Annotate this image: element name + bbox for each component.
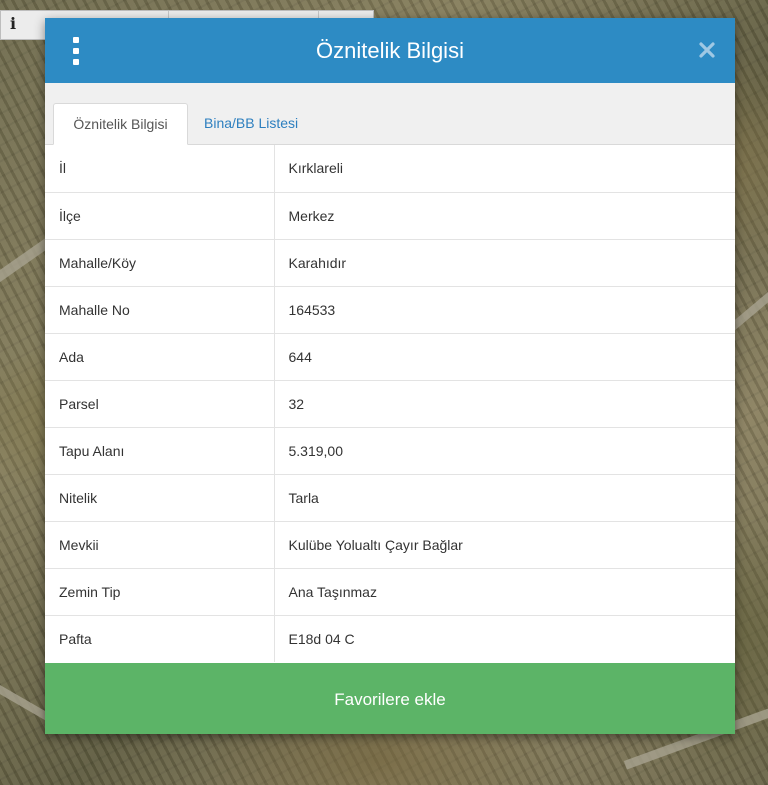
- attribute-key: İlçe: [45, 192, 275, 240]
- attribute-value: 32: [274, 380, 735, 428]
- attribute-value: Karahıdır: [274, 239, 735, 287]
- tab-building-list[interactable]: Bina/BB Listesi: [194, 103, 308, 145]
- close-icon[interactable]: [697, 40, 717, 60]
- table-row: Tapu Alanı 5.319,00: [45, 427, 735, 475]
- attribute-value: 5.319,00: [274, 427, 735, 475]
- attribute-value: E18d 04 C: [288, 630, 355, 647]
- attribute-dialog: Öznitelik Bilgisi Öznitelik Bilgisi Bina…: [45, 18, 735, 734]
- attribute-key: Parsel: [45, 380, 275, 428]
- dialog-header: Öznitelik Bilgisi: [45, 18, 735, 83]
- info-icon[interactable]: i: [6, 13, 20, 35]
- attribute-value: Kulübe Yolualtı Çayır Bağlar: [274, 521, 735, 569]
- attribute-key: Pafta: [45, 615, 275, 662]
- attribute-key: Mahalle No: [45, 286, 275, 334]
- table-row: Ada 644: [45, 333, 735, 381]
- attribute-value: Ana Taşınmaz: [274, 568, 735, 616]
- add-to-favorites-button[interactable]: Favorilere ekle: [45, 663, 735, 734]
- attribute-value: Tarla: [274, 474, 735, 522]
- tab-attribute-info[interactable]: Öznitelik Bilgisi: [53, 103, 188, 145]
- dialog-tabs: Öznitelik Bilgisi Bina/BB Listesi: [45, 83, 735, 145]
- dialog-title: Öznitelik Bilgisi: [316, 38, 464, 63]
- table-row: İl Kırklareli: [45, 145, 735, 193]
- table-row: Pafta E18d 04 C: [45, 615, 735, 662]
- attribute-key: Zemin Tip: [45, 568, 275, 616]
- attribute-table: İl Kırklareli İlçe Merkez Mahalle/Köy Karahıd…: [45, 145, 735, 662]
- attribute-value: Kırklareli: [274, 145, 735, 193]
- table-row: Mevkii Kulübe Yolualtı Çayır Bağlar: [45, 521, 735, 569]
- attribute-value: 644: [274, 333, 735, 381]
- table-row: Parsel 32: [45, 380, 735, 428]
- attribute-key: İl: [45, 145, 275, 193]
- table-row: Mahalle No 164533: [45, 286, 735, 334]
- attribute-key: Mevkii: [45, 521, 275, 569]
- attribute-key: Nitelik: [45, 474, 275, 522]
- attribute-value: Merkez: [274, 192, 735, 240]
- table-row: Mahalle/Köy Karahıdır: [45, 239, 735, 287]
- attribute-value: 164533: [274, 286, 735, 334]
- attribute-key: Ada: [45, 333, 275, 381]
- table-row: İlçe Merkez: [45, 192, 735, 240]
- kebab-menu-icon[interactable]: [69, 37, 83, 65]
- table-row: Nitelik Tarla: [45, 474, 735, 522]
- attribute-key: Tapu Alanı: [45, 427, 275, 475]
- attribute-key: Mahalle/Köy: [45, 239, 275, 287]
- table-row: Zemin Tip Ana Taşınmaz: [45, 568, 735, 616]
